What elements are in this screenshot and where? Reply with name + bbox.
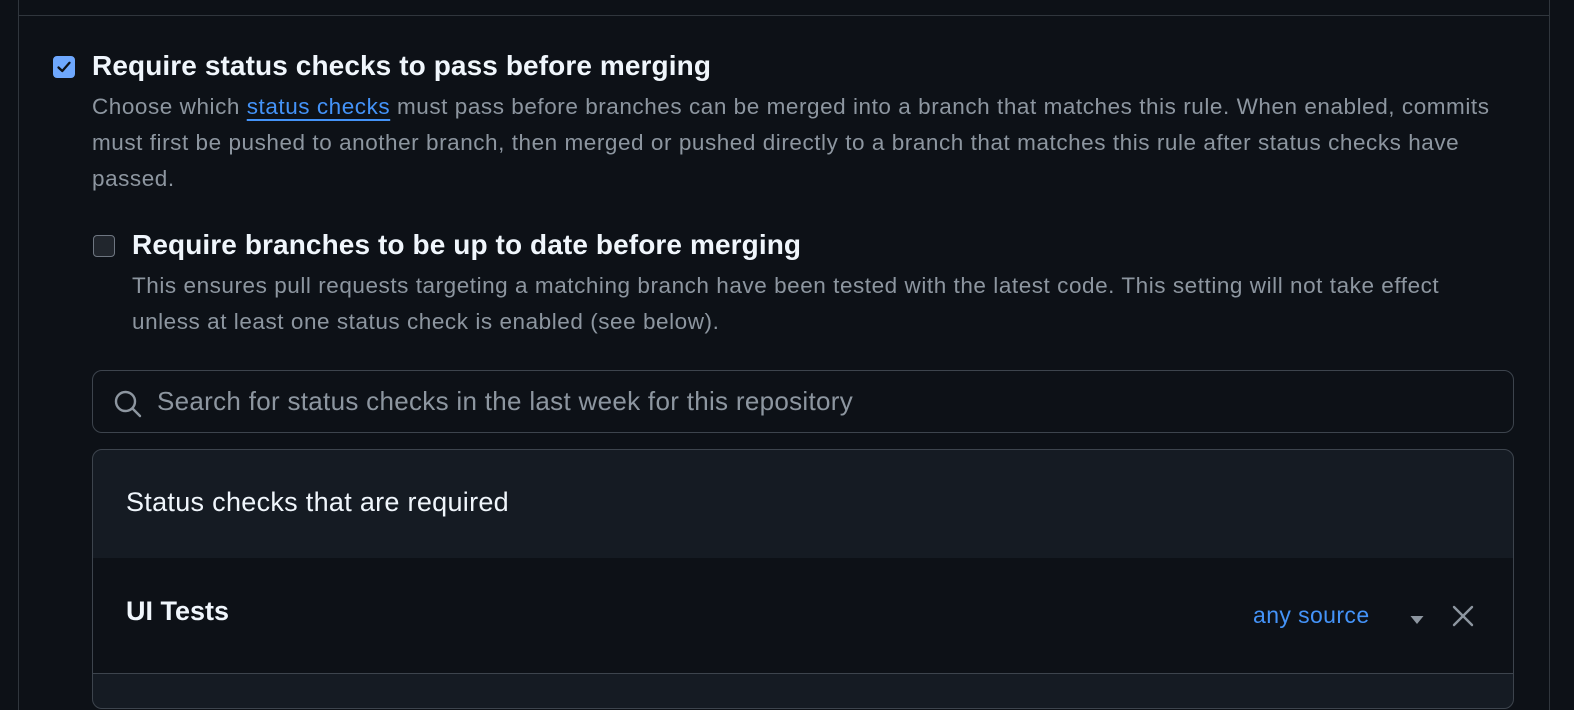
description-text: Choose which (92, 94, 247, 119)
section-divider (19, 15, 1549, 16)
require-up-to-date-checkbox[interactable] (93, 235, 115, 257)
check-name: UI Tests (126, 596, 230, 626)
require-up-to-date-title[interactable]: Require branches to be up to date before… (132, 229, 801, 261)
search-input[interactable] (157, 371, 1497, 432)
required-checks-list: Status checks that are required UI Tests… (92, 449, 1514, 709)
list-item: UI Tests any source (93, 558, 1513, 674)
required-checks-heading: Status checks that are required (126, 487, 510, 517)
triangle-down-icon[interactable] (1409, 614, 1425, 626)
require-up-to-date-description: This ensures pull requests targeting a m… (132, 273, 1440, 334)
require-status-checks-checkbox[interactable] (53, 56, 75, 78)
search-icon (114, 390, 142, 418)
checkmark-icon (57, 61, 71, 73)
source-select[interactable]: any source (1253, 602, 1370, 629)
status-checks-link[interactable]: status checks (247, 94, 390, 119)
x-icon[interactable] (1451, 604, 1475, 628)
required-checks-header: Status checks that are required (93, 450, 1513, 559)
require-status-checks-description: Choose which status checks must pass bef… (92, 89, 1532, 197)
status-check-search (92, 370, 1514, 433)
require-status-checks-title[interactable]: Require status checks to pass before mer… (92, 50, 711, 82)
